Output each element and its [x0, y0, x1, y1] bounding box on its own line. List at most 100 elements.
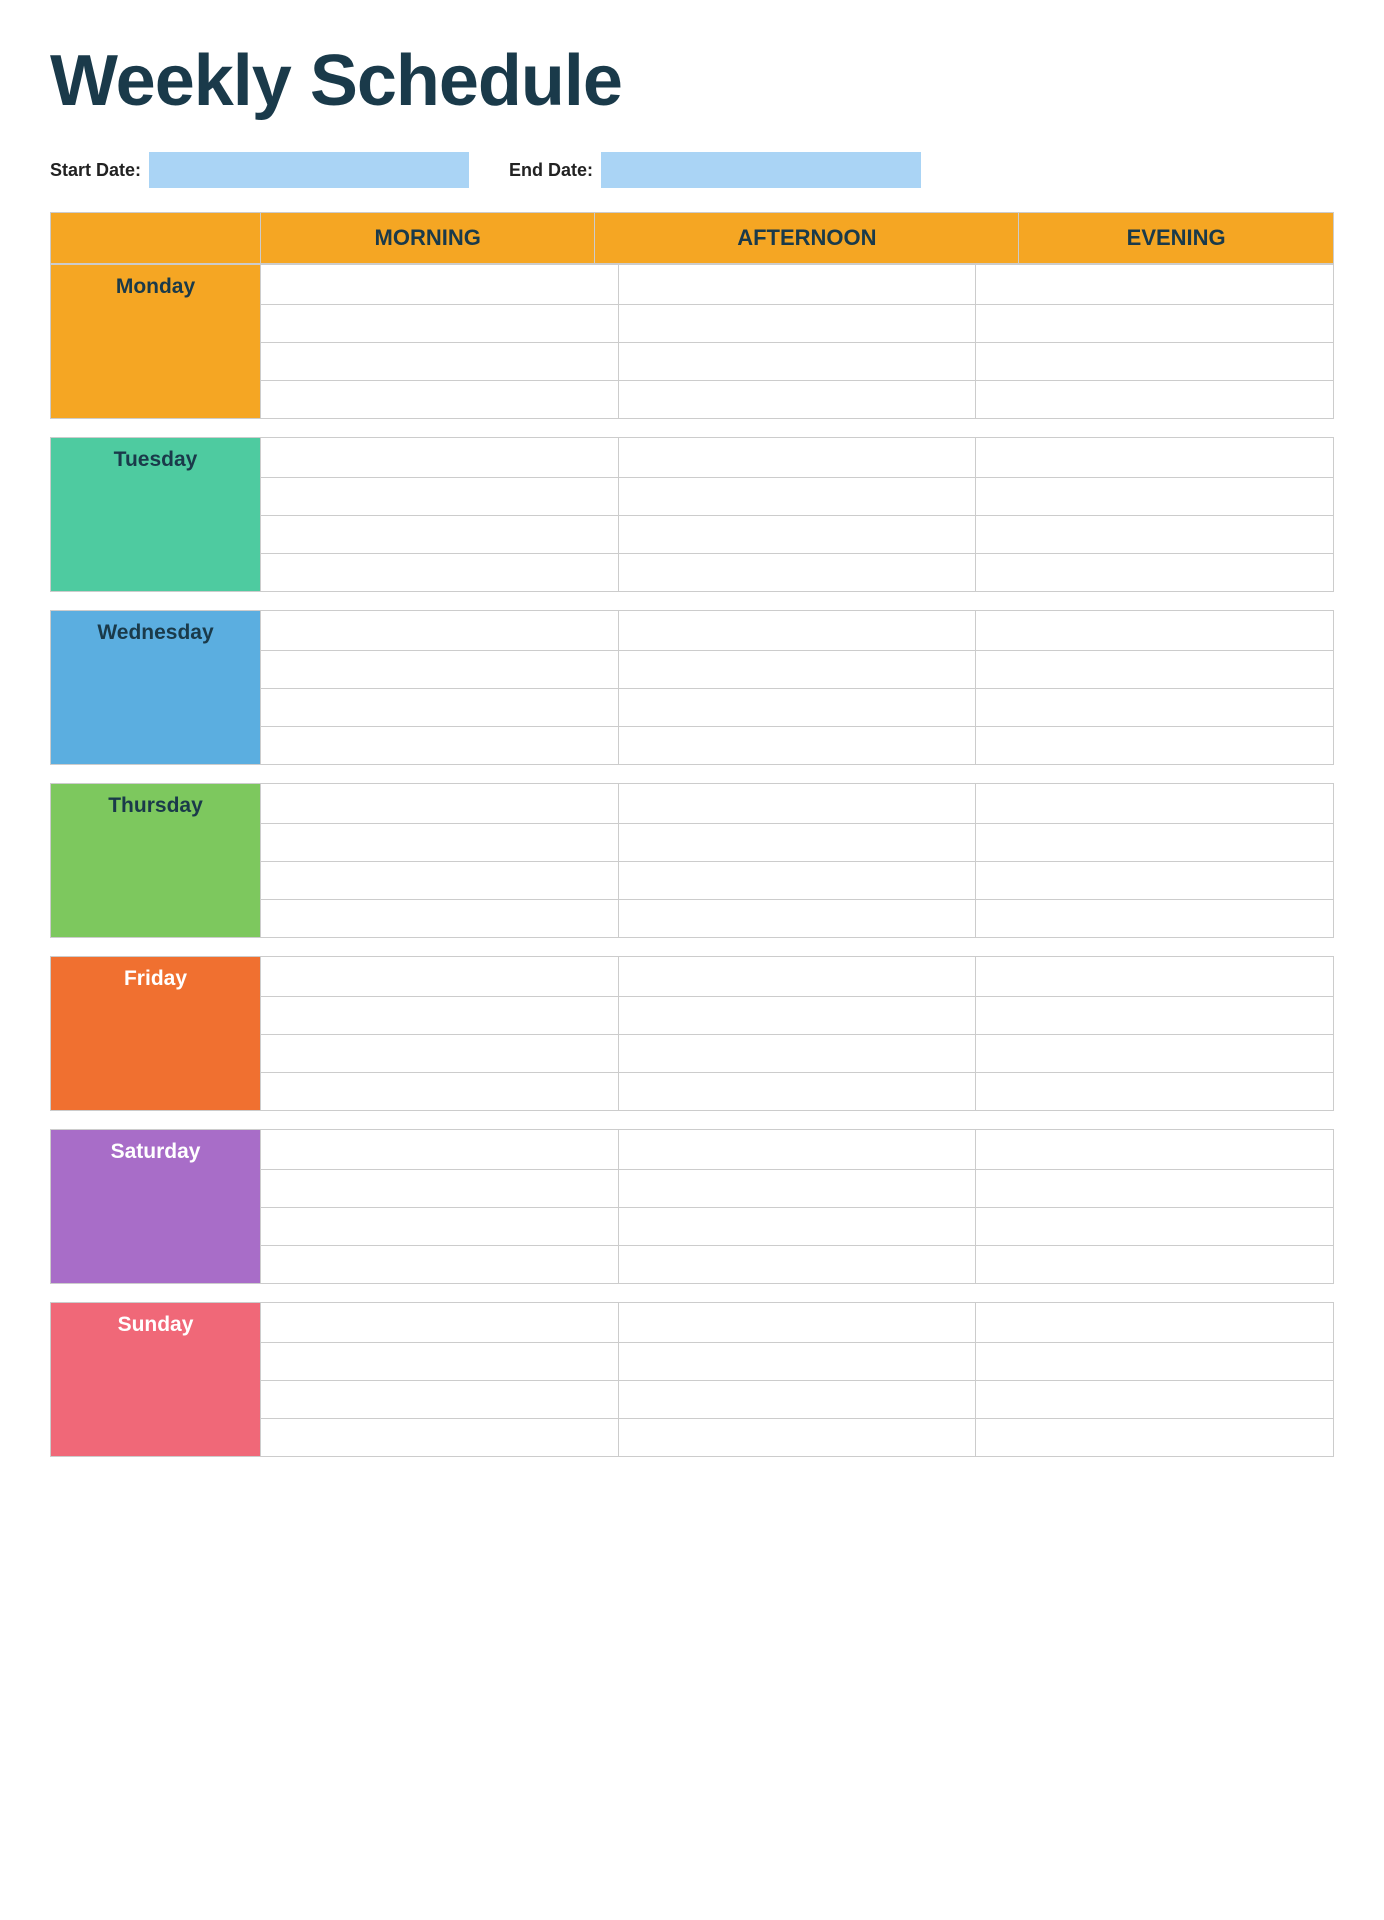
- wednesday-afternoon-1[interactable]: [618, 611, 976, 651]
- tuesday-afternoon-4[interactable]: [618, 554, 976, 592]
- wednesday-morning-4[interactable]: [261, 727, 619, 765]
- sunday-morning-1[interactable]: [261, 1303, 619, 1343]
- monday-morning-4[interactable]: [261, 381, 619, 419]
- thursday-morning-3[interactable]: [261, 862, 619, 900]
- friday-evening-4[interactable]: [976, 1073, 1334, 1111]
- wednesday-morning-3[interactable]: [261, 689, 619, 727]
- sunday-afternoon-2[interactable]: [618, 1343, 976, 1381]
- tuesday-morning-3[interactable]: [261, 516, 619, 554]
- thursday-afternoon-4[interactable]: [618, 900, 976, 938]
- thursday-label: Thursday: [51, 784, 261, 938]
- tuesday-afternoon-2[interactable]: [618, 478, 976, 516]
- friday-afternoon-1[interactable]: [618, 957, 976, 997]
- thursday-afternoon-3[interactable]: [618, 862, 976, 900]
- sunday-afternoon-4[interactable]: [618, 1419, 976, 1457]
- sunday-morning-3[interactable]: [261, 1381, 619, 1419]
- monday-afternoon-4[interactable]: [618, 381, 976, 419]
- monday-afternoon-3[interactable]: [618, 343, 976, 381]
- saturday-block: Saturday: [50, 1129, 1334, 1284]
- header-col-day: [51, 213, 261, 264]
- monday-afternoon-1[interactable]: [618, 265, 976, 305]
- friday-morning-2[interactable]: [261, 997, 619, 1035]
- tuesday-morning-2[interactable]: [261, 478, 619, 516]
- friday-morning-1[interactable]: [261, 957, 619, 997]
- friday-afternoon-2[interactable]: [618, 997, 976, 1035]
- friday-morning-4[interactable]: [261, 1073, 619, 1111]
- thursday-evening-4[interactable]: [976, 900, 1334, 938]
- monday-evening-3[interactable]: [976, 343, 1334, 381]
- sunday-morning-2[interactable]: [261, 1343, 619, 1381]
- sunday-afternoon-1[interactable]: [618, 1303, 976, 1343]
- thursday-afternoon-2[interactable]: [618, 824, 976, 862]
- end-date-input[interactable]: [601, 152, 921, 188]
- wednesday-afternoon-3[interactable]: [618, 689, 976, 727]
- monday-morning-3[interactable]: [261, 343, 619, 381]
- friday-evening-3[interactable]: [976, 1035, 1334, 1073]
- sunday-evening-1[interactable]: [976, 1303, 1334, 1343]
- tuesday-evening-2[interactable]: [976, 478, 1334, 516]
- sunday-evening-4[interactable]: [976, 1419, 1334, 1457]
- tuesday-afternoon-3[interactable]: [618, 516, 976, 554]
- wednesday-evening-4[interactable]: [976, 727, 1334, 765]
- thursday-morning-2[interactable]: [261, 824, 619, 862]
- wednesday-afternoon-4[interactable]: [618, 727, 976, 765]
- saturday-evening-2[interactable]: [976, 1170, 1334, 1208]
- sunday-block: Sunday: [50, 1302, 1334, 1457]
- wednesday-block: Wednesday: [50, 610, 1334, 765]
- schedule-header: MORNING AFTERNOON EVENING: [50, 212, 1334, 264]
- sunday-morning-4[interactable]: [261, 1419, 619, 1457]
- sunday-evening-2[interactable]: [976, 1343, 1334, 1381]
- start-date-group: Start Date:: [50, 152, 469, 188]
- thursday-afternoon-1[interactable]: [618, 784, 976, 824]
- saturday-evening-4[interactable]: [976, 1246, 1334, 1284]
- thursday-evening-2[interactable]: [976, 824, 1334, 862]
- friday-morning-3[interactable]: [261, 1035, 619, 1073]
- tuesday-block: Tuesday: [50, 437, 1334, 592]
- saturday-morning-3[interactable]: [261, 1208, 619, 1246]
- tuesday-morning-1[interactable]: [261, 438, 619, 478]
- wednesday-evening-2[interactable]: [976, 651, 1334, 689]
- monday-morning-1[interactable]: [261, 265, 619, 305]
- tuesday-evening-4[interactable]: [976, 554, 1334, 592]
- saturday-evening-3[interactable]: [976, 1208, 1334, 1246]
- monday-morning-2[interactable]: [261, 305, 619, 343]
- friday-evening-2[interactable]: [976, 997, 1334, 1035]
- thursday-morning-4[interactable]: [261, 900, 619, 938]
- saturday-morning-1[interactable]: [261, 1130, 619, 1170]
- thursday-evening-1[interactable]: [976, 784, 1334, 824]
- thursday-evening-3[interactable]: [976, 862, 1334, 900]
- saturday-afternoon-3[interactable]: [618, 1208, 976, 1246]
- tuesday-afternoon-1[interactable]: [618, 438, 976, 478]
- end-date-label: End Date:: [509, 160, 593, 181]
- header-col-morning: MORNING: [261, 213, 595, 264]
- wednesday-afternoon-2[interactable]: [618, 651, 976, 689]
- start-date-input[interactable]: [149, 152, 469, 188]
- saturday-evening-1[interactable]: [976, 1130, 1334, 1170]
- saturday-morning-2[interactable]: [261, 1170, 619, 1208]
- wednesday-evening-1[interactable]: [976, 611, 1334, 651]
- sunday-evening-3[interactable]: [976, 1381, 1334, 1419]
- wednesday-morning-1[interactable]: [261, 611, 619, 651]
- thursday-block: Thursday: [50, 783, 1334, 938]
- saturday-afternoon-2[interactable]: [618, 1170, 976, 1208]
- monday-evening-2[interactable]: [976, 305, 1334, 343]
- monday-evening-1[interactable]: [976, 265, 1334, 305]
- tuesday-evening-3[interactable]: [976, 516, 1334, 554]
- monday-evening-4[interactable]: [976, 381, 1334, 419]
- saturday-morning-4[interactable]: [261, 1246, 619, 1284]
- sunday-label: Sunday: [51, 1303, 261, 1457]
- saturday-afternoon-1[interactable]: [618, 1130, 976, 1170]
- saturday-afternoon-4[interactable]: [618, 1246, 976, 1284]
- tuesday-morning-4[interactable]: [261, 554, 619, 592]
- friday-evening-1[interactable]: [976, 957, 1334, 997]
- tuesday-evening-1[interactable]: [976, 438, 1334, 478]
- monday-block: Monday: [50, 264, 1334, 419]
- friday-afternoon-3[interactable]: [618, 1035, 976, 1073]
- header-col-afternoon: AFTERNOON: [595, 213, 1019, 264]
- sunday-afternoon-3[interactable]: [618, 1381, 976, 1419]
- wednesday-morning-2[interactable]: [261, 651, 619, 689]
- thursday-morning-1[interactable]: [261, 784, 619, 824]
- friday-afternoon-4[interactable]: [618, 1073, 976, 1111]
- wednesday-evening-3[interactable]: [976, 689, 1334, 727]
- monday-afternoon-2[interactable]: [618, 305, 976, 343]
